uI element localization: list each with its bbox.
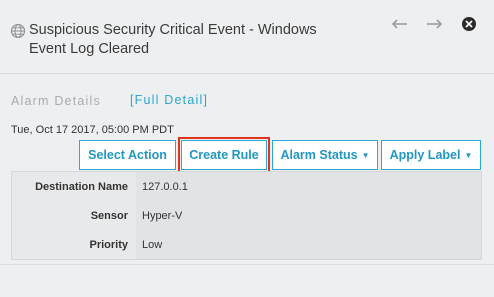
alarm-status-label: Alarm Status (280, 148, 358, 162)
table-row: Destination Name 127.0.0.1 (12, 172, 481, 201)
arrow-right-icon[interactable] (424, 14, 444, 34)
table-row: Sensor Hyper-V (12, 201, 481, 230)
row-key: Priority (89, 238, 128, 251)
select-action-button[interactable]: Select Action (79, 140, 176, 170)
table-row: Priority Low (12, 230, 481, 259)
row-value: Hyper-V (136, 201, 481, 230)
arrow-left-icon[interactable] (390, 14, 410, 34)
caret-down-icon: ▼ (464, 150, 473, 160)
bottom-divider (0, 264, 494, 265)
caret-down-icon: ▼ (361, 150, 370, 160)
full-detail-link[interactable]: [Full Detail] (130, 93, 208, 107)
row-value: Low (136, 230, 481, 259)
apply-label-label: Apply Label (389, 148, 461, 162)
close-circle-icon[interactable] (461, 16, 477, 32)
select-action-label: Select Action (88, 148, 167, 162)
page-title: Suspicious Security Critical Event - Win… (29, 22, 317, 57)
create-rule-label: Create Rule (189, 148, 259, 162)
alarm-details-label: Alarm Details (11, 94, 101, 108)
header-divider (0, 73, 494, 74)
details-table: Destination Name 127.0.0.1 Sensor Hyper-… (11, 171, 482, 260)
row-key: Destination Name (35, 180, 128, 193)
apply-label-dropdown[interactable]: Apply Label ▼ (381, 140, 481, 170)
globe-icon (10, 23, 26, 39)
create-rule-button[interactable]: Create Rule (181, 140, 267, 170)
row-key: Sensor (90, 209, 128, 222)
alarm-status-dropdown[interactable]: Alarm Status ▼ (272, 140, 378, 170)
row-value: 127.0.0.1 (136, 172, 481, 201)
alarm-timestamp: Tue, Oct 17 2017, 05:00 PM PDT (11, 124, 174, 136)
alarm-panel: Suspicious Security Critical Event - Win… (0, 0, 494, 297)
